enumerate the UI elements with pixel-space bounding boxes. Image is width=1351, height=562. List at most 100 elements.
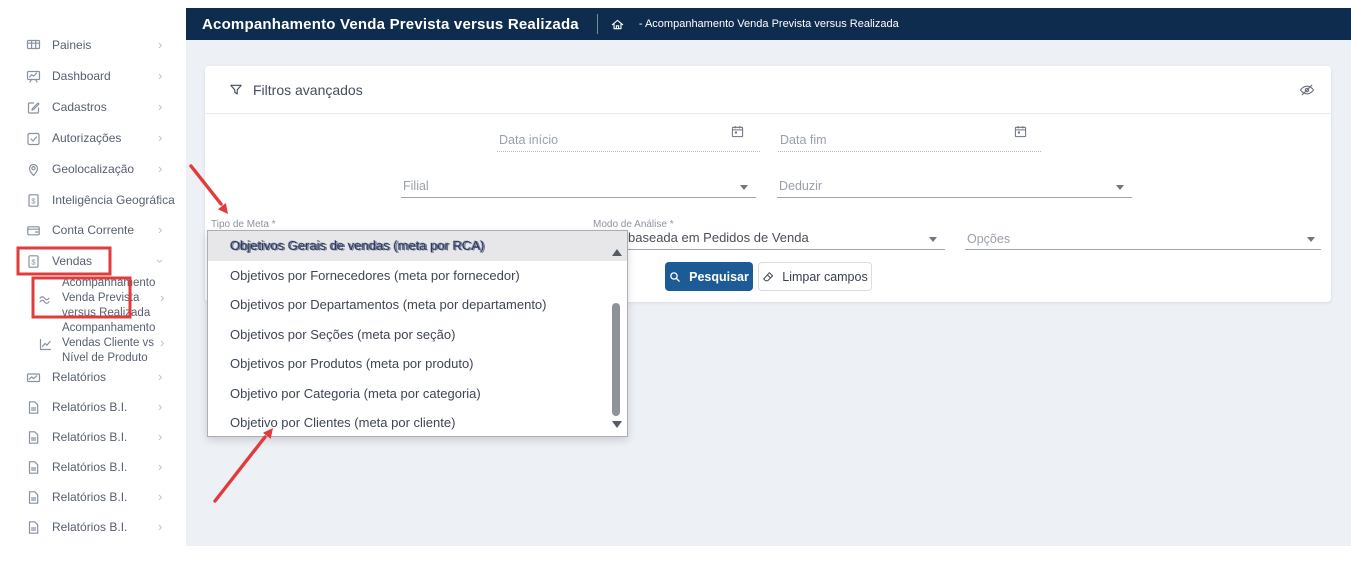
pesquisar-button[interactable]: Pesquisar	[665, 262, 753, 291]
limpar-campos-button[interactable]: Limpar campos	[758, 262, 872, 291]
sidebar-sub-label-line: Nível de Produto	[62, 351, 155, 366]
home-icon[interactable]	[610, 17, 625, 32]
dollar-file-icon: $	[26, 193, 41, 208]
modo-de-analise-select[interactable]: baseada em Pedidos de Venda	[595, 226, 945, 250]
sidebar-item-relatorios-bi-4[interactable]: Relatórios B.I. ›	[0, 486, 186, 508]
dollar-file-icon: $	[26, 254, 41, 269]
data-inicio-placeholder: Data início	[499, 133, 558, 147]
dropdown-scrollbar[interactable]	[609, 247, 624, 430]
document-icon	[26, 520, 41, 535]
chevron-right-icon: ›	[158, 71, 162, 81]
svg-text:$: $	[31, 196, 36, 205]
scrollbar-thumb[interactable]	[612, 303, 620, 416]
sidebar-item-relatorios-bi-3[interactable]: Relatórios B.I. ›	[0, 456, 186, 478]
tipo-de-meta-dropdown: Objetivos Gerais de vendas (meta por RCA…	[207, 230, 628, 437]
page-title: Acompanhamento Venda Prevista versus Rea…	[202, 16, 579, 33]
dropdown-option[interactable]: Objetivo por Clientes (meta por cliente)	[208, 408, 627, 438]
sidebar-item-geolocalizacao[interactable]: Geolocalização ›	[0, 158, 186, 180]
data-inicio-field[interactable]: Data início	[497, 125, 760, 152]
scroll-up-icon[interactable]	[612, 249, 622, 256]
dropdown-option[interactable]: Objetivos por Fornecedores (meta por for…	[208, 261, 627, 291]
search-icon	[669, 271, 681, 283]
document-icon	[26, 430, 41, 445]
calendar-icon[interactable]	[731, 125, 744, 138]
sidebar-item-relatorios[interactable]: Relatórios ›	[0, 366, 186, 388]
filial-select[interactable]: Filial	[401, 171, 756, 198]
dropdown-option[interactable]: Objetivo por Categoria (meta por categor…	[208, 379, 627, 409]
calendar-icon[interactable]	[1014, 125, 1027, 138]
sidebar-item-dashboard[interactable]: Dashboard ›	[0, 65, 186, 87]
sidebar-sub-label-line: Acompanhamento	[62, 276, 155, 291]
chevron-down-icon: ›	[155, 259, 165, 263]
sidebar-item-inteligencia-geografica[interactable]: $ Inteligência Geográfica ›	[0, 189, 186, 211]
sidebar-sub-label-line: versus Realizada	[62, 306, 155, 321]
filters-title: Filtros avançados	[253, 82, 363, 98]
sidebar-item-vendas[interactable]: $ Vendas ›	[0, 250, 186, 272]
app-screen: Acompanhamento Venda Prevista versus Rea…	[0, 0, 1351, 562]
document-icon	[26, 400, 41, 415]
opcoes-select[interactable]: Opções	[965, 226, 1321, 250]
dropdown-caret-icon	[1307, 237, 1315, 242]
map-pin-icon	[26, 162, 41, 177]
document-icon	[26, 460, 41, 475]
checkbox-icon	[26, 131, 41, 146]
eraser-icon	[762, 271, 774, 283]
chevron-right-icon: ›	[158, 164, 162, 174]
sidebar-item-conta-corrente[interactable]: Conta Corrente ›	[0, 219, 186, 241]
dashboard-icon	[26, 69, 41, 84]
data-fim-field[interactable]: Data fim	[778, 125, 1041, 152]
breadcrumb: - Acompanhamento Venda Prevista versus R…	[639, 18, 899, 30]
wallet-icon	[26, 223, 41, 238]
sidebar-item-relatorios-bi-5[interactable]: Relatórios B.I. ›	[0, 516, 186, 538]
sidebar-item-relatorios-bi-2[interactable]: Relatórios B.I. ›	[0, 426, 186, 448]
chevron-right-icon: ›	[158, 432, 162, 442]
chevron-right-icon: ›	[158, 225, 162, 235]
sidebar-item-acompanhamento-vendas-cliente[interactable]: Acompanhamento Vendas Cliente vs Nível d…	[0, 321, 186, 369]
sidebar-item-paineis[interactable]: Paineis ›	[0, 34, 186, 56]
data-fim-placeholder: Data fim	[780, 133, 827, 147]
opcoes-placeholder: Opções	[967, 232, 1010, 246]
sidebar-sub-label-line: Acompanhamento	[62, 321, 155, 336]
panels-icon	[26, 38, 41, 53]
sidebar-item-relatorios-bi-1[interactable]: Relatórios B.I. ›	[0, 396, 186, 418]
deduzir-placeholder: Deduzir	[779, 179, 822, 193]
chevron-right-icon: ›	[160, 290, 164, 305]
trend-waves-icon	[38, 292, 53, 307]
dropdown-option[interactable]: Objetivos por Departamentos (meta por de…	[208, 290, 627, 320]
sidebar: Paineis › Dashboard › Cadastros › Autori…	[0, 0, 186, 562]
chevron-right-icon: ›	[158, 372, 162, 382]
dropdown-option-selected[interactable]: Objetivos Gerais de vendas (meta por RCA…	[208, 231, 627, 261]
chevron-right-icon: ›	[158, 462, 162, 472]
chevron-right-icon: ›	[158, 492, 162, 502]
filters-card-header: Filtros avançados	[205, 66, 1331, 114]
dropdown-option[interactable]: Objetivos por Produtos (meta por produto…	[208, 349, 627, 379]
sidebar-item-cadastros[interactable]: Cadastros ›	[0, 96, 186, 118]
deduzir-select[interactable]: Deduzir	[777, 171, 1132, 198]
dropdown-option-list: Objetivos Gerais de vendas (meta por RCA…	[208, 231, 627, 438]
eye-slash-icon[interactable]	[1299, 82, 1315, 98]
header-divider	[597, 14, 598, 34]
chevron-right-icon: ›	[158, 402, 162, 412]
sidebar-item-acompanhamento-venda-prevista[interactable]: Acompanhamento Venda Prevista versus Rea…	[0, 276, 186, 324]
tipo-de-meta-label: Tipo de Meta *	[211, 219, 276, 230]
dropdown-option[interactable]: Objetivos por Seções (meta por seção)	[208, 320, 627, 350]
scroll-down-icon[interactable]	[612, 421, 622, 428]
dropdown-caret-icon	[740, 185, 748, 190]
dropdown-caret-icon	[929, 237, 937, 242]
chevron-right-icon: ›	[158, 522, 162, 532]
document-icon	[26, 490, 41, 505]
modo-de-analise-value: baseada em Pedidos de Venda	[628, 230, 809, 245]
line-chart-icon	[38, 337, 53, 352]
sidebar-sub-label-line: Vendas Cliente vs	[62, 336, 155, 351]
report-icon	[26, 370, 41, 385]
chevron-right-icon: ›	[158, 40, 162, 50]
top-header-bar: Acompanhamento Venda Prevista versus Rea…	[186, 8, 1351, 40]
dropdown-caret-icon	[1116, 185, 1124, 190]
sidebar-item-autorizacoes[interactable]: Autorizações ›	[0, 127, 186, 149]
filter-funnel-icon	[229, 83, 243, 97]
sidebar-sub-label-line: Venda Prevista	[62, 291, 155, 306]
svg-text:$: $	[31, 257, 36, 266]
chevron-right-icon: ›	[158, 133, 162, 143]
chevron-right-icon: ›	[158, 195, 162, 205]
chevron-right-icon: ›	[158, 102, 162, 112]
